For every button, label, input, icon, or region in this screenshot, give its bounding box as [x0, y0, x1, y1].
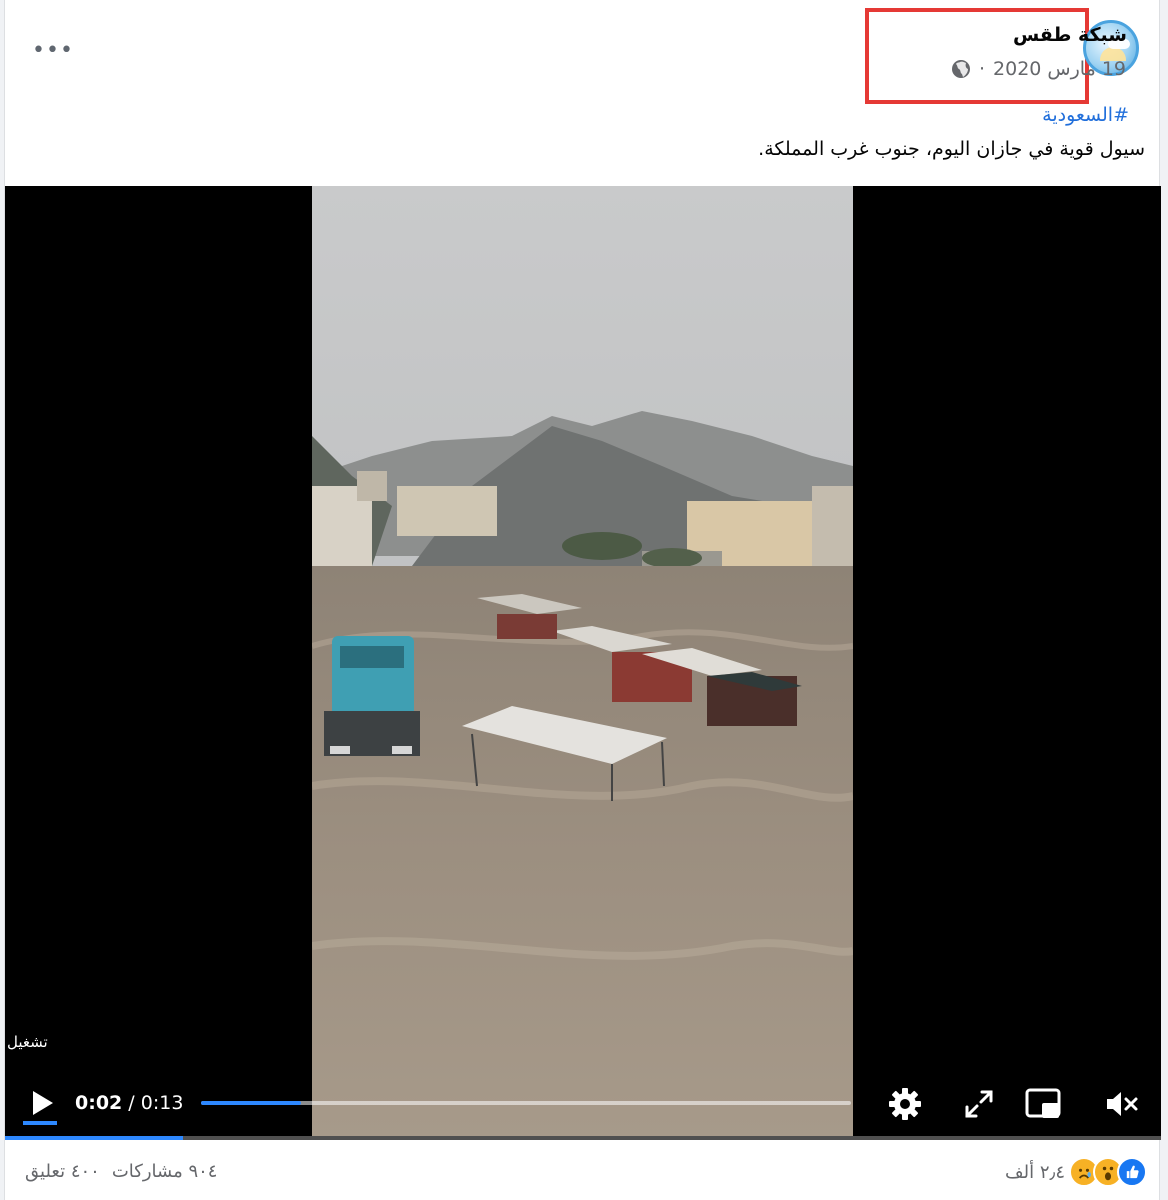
hashtag-link[interactable]: #السعودية — [1042, 104, 1129, 126]
post-meta: 19 مارس 2020 · — [951, 57, 1126, 81]
time-separator: / — [122, 1092, 141, 1114]
settings-button[interactable] — [885, 1084, 925, 1124]
video-frame — [312, 186, 853, 1140]
play-icon — [33, 1091, 53, 1115]
picture-in-picture-button[interactable] — [1023, 1084, 1063, 1124]
fullscreen-button[interactable] — [959, 1084, 999, 1124]
fullscreen-icon — [965, 1090, 993, 1118]
shares-count[interactable]: ٩٠٤ مشاركات — [112, 1161, 218, 1182]
play-button[interactable] — [25, 1086, 59, 1120]
muted-volume-icon — [1107, 1092, 1138, 1116]
post-caption: سيول قوية في جازان اليوم، جنوب غرب الممل… — [758, 138, 1145, 160]
seek-bar-fill — [201, 1101, 302, 1105]
comments-count[interactable]: ٤٠٠ تعليق — [25, 1161, 100, 1182]
buffer-progress-bar — [5, 1136, 1161, 1140]
play-tooltip: تشغيل — [7, 1033, 48, 1051]
current-time: 0:02 — [75, 1092, 123, 1114]
highlight-box — [865, 8, 1089, 104]
reaction-count: ٢٫٤ ألف — [1004, 1161, 1065, 1183]
reactions-summary[interactable]: ٢٫٤ ألف — [1005, 1156, 1147, 1188]
mute-button[interactable] — [1101, 1084, 1141, 1124]
post-date-link[interactable]: 19 مارس 2020 — [993, 58, 1126, 80]
settings-icon — [889, 1088, 921, 1120]
more-options-icon: ••• — [32, 37, 74, 63]
engagement-stats: ٩٠٤ مشاركات ٤٠٠ تعليق — [25, 1161, 217, 1182]
buffer-progress-fill — [5, 1136, 184, 1140]
time-readout: 0:02 / 0:13 — [75, 1092, 183, 1114]
seek-bar[interactable] — [201, 1101, 851, 1105]
duration: 0:13 — [140, 1092, 184, 1114]
like-icon — [1117, 1157, 1147, 1187]
meta-separator: · — [978, 58, 986, 80]
picture-in-picture-icon — [1025, 1088, 1061, 1118]
page-name-link[interactable]: شبكة طقس — [1013, 24, 1127, 46]
post-card: ••• شبكة طقس 19 مارس 2020 · #السعودية سي… — [4, 0, 1161, 1200]
play-focus-indicator — [23, 1121, 57, 1125]
globe-icon — [951, 59, 971, 79]
video-player[interactable]: تشغيل 0:02 / 0:13 — [5, 186, 1161, 1140]
more-options-button[interactable]: ••• — [31, 34, 75, 66]
